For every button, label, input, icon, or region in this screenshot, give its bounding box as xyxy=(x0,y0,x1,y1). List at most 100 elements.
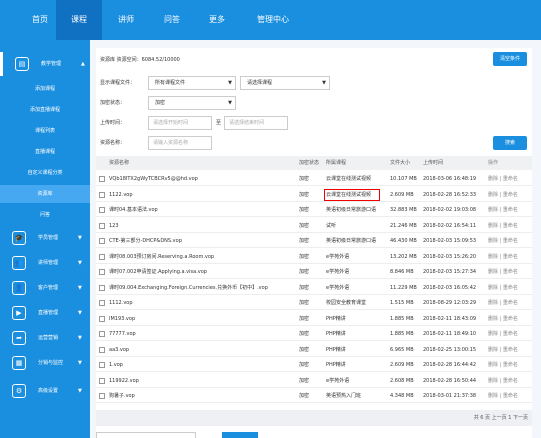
row-checkbox[interactable] xyxy=(99,300,105,306)
row-actions[interactable]: 删除 | 重命名 xyxy=(488,374,530,388)
sidebar-group-marketing[interactable]: ➦ 运营营销 ▼ xyxy=(0,326,90,350)
resource-name-input[interactable]: 请输入资源名称 xyxy=(148,136,212,150)
table-row[interactable]: 123 加密 试听 21.246 MB 2018-02-02 16:54:11 删除 | … xyxy=(96,219,532,233)
table-row[interactable]: VQb18ITX2gWyTCBCRv5@@hd.vop 加密 云课堂在线测试视频 10… xyxy=(96,172,532,186)
row-actions[interactable]: 删除 | 重命名 xyxy=(488,219,530,233)
sidebar-group-live[interactable]: ▶ 直播管理 ▼ xyxy=(0,301,90,325)
course-filter-label: 显示课程文件： xyxy=(100,80,136,86)
nav-teachers[interactable]: 讲师 xyxy=(103,0,149,40)
nav-qa[interactable]: 问答 xyxy=(149,0,195,40)
chevron-down-icon: ▼ xyxy=(78,285,82,291)
course-select[interactable]: 请选择课程 ▼ xyxy=(240,76,330,90)
course-cell: 英语预热入门班 xyxy=(326,393,362,399)
row-actions[interactable]: 删除 | 重命名 xyxy=(488,265,530,279)
table-row[interactable]: 119922.vop 加密 e学苑外语 2.608 MB 2018-02-28 16:5… xyxy=(96,374,532,388)
row-checkbox[interactable] xyxy=(99,207,105,213)
row-actions[interactable]: 删除 | 重命名 xyxy=(488,296,530,310)
sidebar-group-distribution[interactable]: ▦ 分销与监控 ▼ xyxy=(0,351,90,375)
row-actions[interactable]: 删除 | 重命名 xyxy=(488,203,530,217)
table-row[interactable]: 课时04.基本语法.vop 加密 英语初级日常旅游口语 32.883 MB 2018-0… xyxy=(96,203,532,217)
header-status: 加密状态 xyxy=(299,160,320,166)
encryption-status-select[interactable]: 加密 ▼ xyxy=(148,96,236,110)
row-checkbox[interactable] xyxy=(99,377,105,384)
row-actions[interactable]: 删除 | 重命名 xyxy=(488,172,530,186)
course-file-select[interactable]: 所有课程文件 ▼ xyxy=(148,76,236,90)
encryption-status-cell: 加密 xyxy=(299,346,310,353)
row-checkbox[interactable] xyxy=(99,269,105,275)
sidebar-group-advanced[interactable]: ⚙ 高级设置 ▼ xyxy=(0,379,90,403)
sidebar-group-customers[interactable]: 👤 客户管理 ▼ xyxy=(0,276,90,300)
chevron-down-icon: ▼ xyxy=(78,235,82,241)
row-checkbox[interactable] xyxy=(99,191,105,198)
nav-more[interactable]: 更多 xyxy=(194,0,240,40)
table-row[interactable]: 课时08.003预订房间.Reserving.a.Room.vop 加密 e学苑外语… xyxy=(96,250,532,264)
sidebar-item-custom-category[interactable]: 自定义课程分类 xyxy=(0,164,90,182)
sidebar-item-course-list[interactable]: 课程列表 xyxy=(0,122,90,140)
row-checkbox[interactable] xyxy=(99,362,105,368)
encryption-status-cell: 加密 xyxy=(299,222,310,229)
user-icon: 👤 xyxy=(12,281,26,295)
chevron-down-icon: ▼ xyxy=(78,260,82,266)
upload-time-cell: 2018-02-28 16:50:44 xyxy=(423,377,477,384)
row-actions[interactable]: 删除 | 重命名 xyxy=(488,188,530,202)
row-checkbox[interactable] xyxy=(99,176,105,182)
status-filter-label: 加密状态： xyxy=(100,100,126,106)
table-row[interactable]: CTE-第三部分-DHCP&DNS.vop 加密 英语初级日常旅游口语 46.430 … xyxy=(96,234,532,248)
share-icon: ➦ xyxy=(12,331,26,345)
row-actions[interactable]: 删除 | 重命名 xyxy=(488,343,530,357)
sidebar-item-live-courses[interactable]: 直播课程 xyxy=(0,143,90,161)
sidebar-item-add-course[interactable]: 添加课程 xyxy=(0,80,90,98)
sidebar-item-add-live-course[interactable]: 添加直播课程 xyxy=(0,101,90,119)
row-actions[interactable]: 删除 | 重命名 xyxy=(488,389,530,403)
row-actions[interactable]: 删除 | 重命名 xyxy=(488,234,530,248)
sidebar-group-teaching[interactable]: ▤ 教学管理 ▲ xyxy=(0,52,90,76)
table-row[interactable]: 课时09.004.Exchanging.Foreign.Currencies.兑… xyxy=(96,281,532,295)
table-row[interactable]: 77777.vop 加密 PHP精讲 1.885 MB 2018-02-11 18:49… xyxy=(96,327,532,341)
file-size-cell: 1.515 MB xyxy=(390,300,414,306)
sidebar-group-students[interactable]: 🎓 学员管理 ▼ xyxy=(0,226,90,250)
row-checkbox[interactable] xyxy=(99,253,105,260)
row-checkbox[interactable] xyxy=(99,393,105,399)
table-row[interactable]: IM193.vop 加密 PHP精讲 1.885 MB 2018-02-11 18:43… xyxy=(96,312,532,326)
row-checkbox[interactable] xyxy=(99,346,105,353)
sidebar-group-teachers[interactable]: 👥 讲师管理 ▼ xyxy=(0,251,90,275)
nav-courses[interactable]: 课程 xyxy=(56,0,102,40)
row-checkbox[interactable] xyxy=(99,238,105,244)
row-checkbox[interactable] xyxy=(99,284,105,291)
bottom-button[interactable] xyxy=(222,432,258,438)
file-size-cell: 4.348 MB xyxy=(390,393,414,399)
table-row[interactable]: 1112.vop 加密 校园安全教育课堂 1.515 MB 2018-08-29 12:… xyxy=(96,296,532,310)
bottom-input[interactable] xyxy=(96,432,196,438)
sidebar-group-label: 教学管理 xyxy=(41,61,62,67)
row-actions[interactable]: 删除 | 重命名 xyxy=(488,312,530,326)
pagination[interactable]: 共 6 页 上一页 1 下一页 xyxy=(96,410,532,426)
row-checkbox[interactable] xyxy=(99,315,105,322)
row-actions[interactable]: 删除 | 重命名 xyxy=(488,250,530,264)
nav-admin-center[interactable]: 管理中心 xyxy=(247,0,299,40)
row-actions[interactable]: 删除 | 重命名 xyxy=(488,281,530,295)
table-row[interactable]: aa3.vop 加密 PHP精讲 6.965 MB 2018-02-25 13:00:1… xyxy=(96,343,532,357)
row-actions[interactable]: 删除 | 重命名 xyxy=(488,358,530,372)
end-time-input[interactable]: 请选择结束时间 xyxy=(224,116,288,130)
row-checkbox[interactable] xyxy=(99,222,105,229)
table-row[interactable]: 1.vop 加密 PHP精讲 2.609 MB 2018-02-28 16:44:42 删… xyxy=(96,358,532,372)
resource-name-cell: 课时08.003预订房间.Reserving.a.Room.vop xyxy=(109,253,215,260)
chart-icon: ▦ xyxy=(12,356,26,370)
sidebar-item-resource-library[interactable]: 资源库 xyxy=(0,185,90,203)
table-header: 资源名称 加密状态 所属课程 文件大小 上传时间 操作 xyxy=(96,156,532,170)
table-row[interactable]: 狗暑子.vop 加密 英语预热入门班 4.348 MB 2018-03-01 21:37… xyxy=(96,389,532,403)
status-select-value: 加密 xyxy=(155,100,166,106)
table-row[interactable]: 1122.vop 加密 云课堂在线测试视频 2.609 MB 2018-02-28 16… xyxy=(96,188,532,202)
file-size-cell: 1.885 MB xyxy=(390,315,414,322)
row-checkbox[interactable] xyxy=(99,331,105,337)
chevron-down-icon: ▼ xyxy=(78,360,82,366)
row-actions[interactable]: 删除 | 重命名 xyxy=(488,327,530,341)
search-button[interactable]: 搜索 xyxy=(493,136,527,150)
clear-conditions-button[interactable]: 清空条件 xyxy=(493,52,527,66)
sidebar-item-qa[interactable]: 问答 xyxy=(0,206,90,224)
start-time-input[interactable]: 请选择开始时间 xyxy=(148,116,212,130)
resource-name-cell: 课时09.004.Exchanging.Foreign.Currencies.兑… xyxy=(109,284,268,291)
table-row[interactable]: 课时07.002申请签证.Applying.a.visa.vop 加密 e学苑外语 8… xyxy=(96,265,532,279)
course-cell: e学苑外语 xyxy=(326,377,350,384)
upload-time-cell: 2018-02-03 15:09:53 xyxy=(423,238,477,244)
